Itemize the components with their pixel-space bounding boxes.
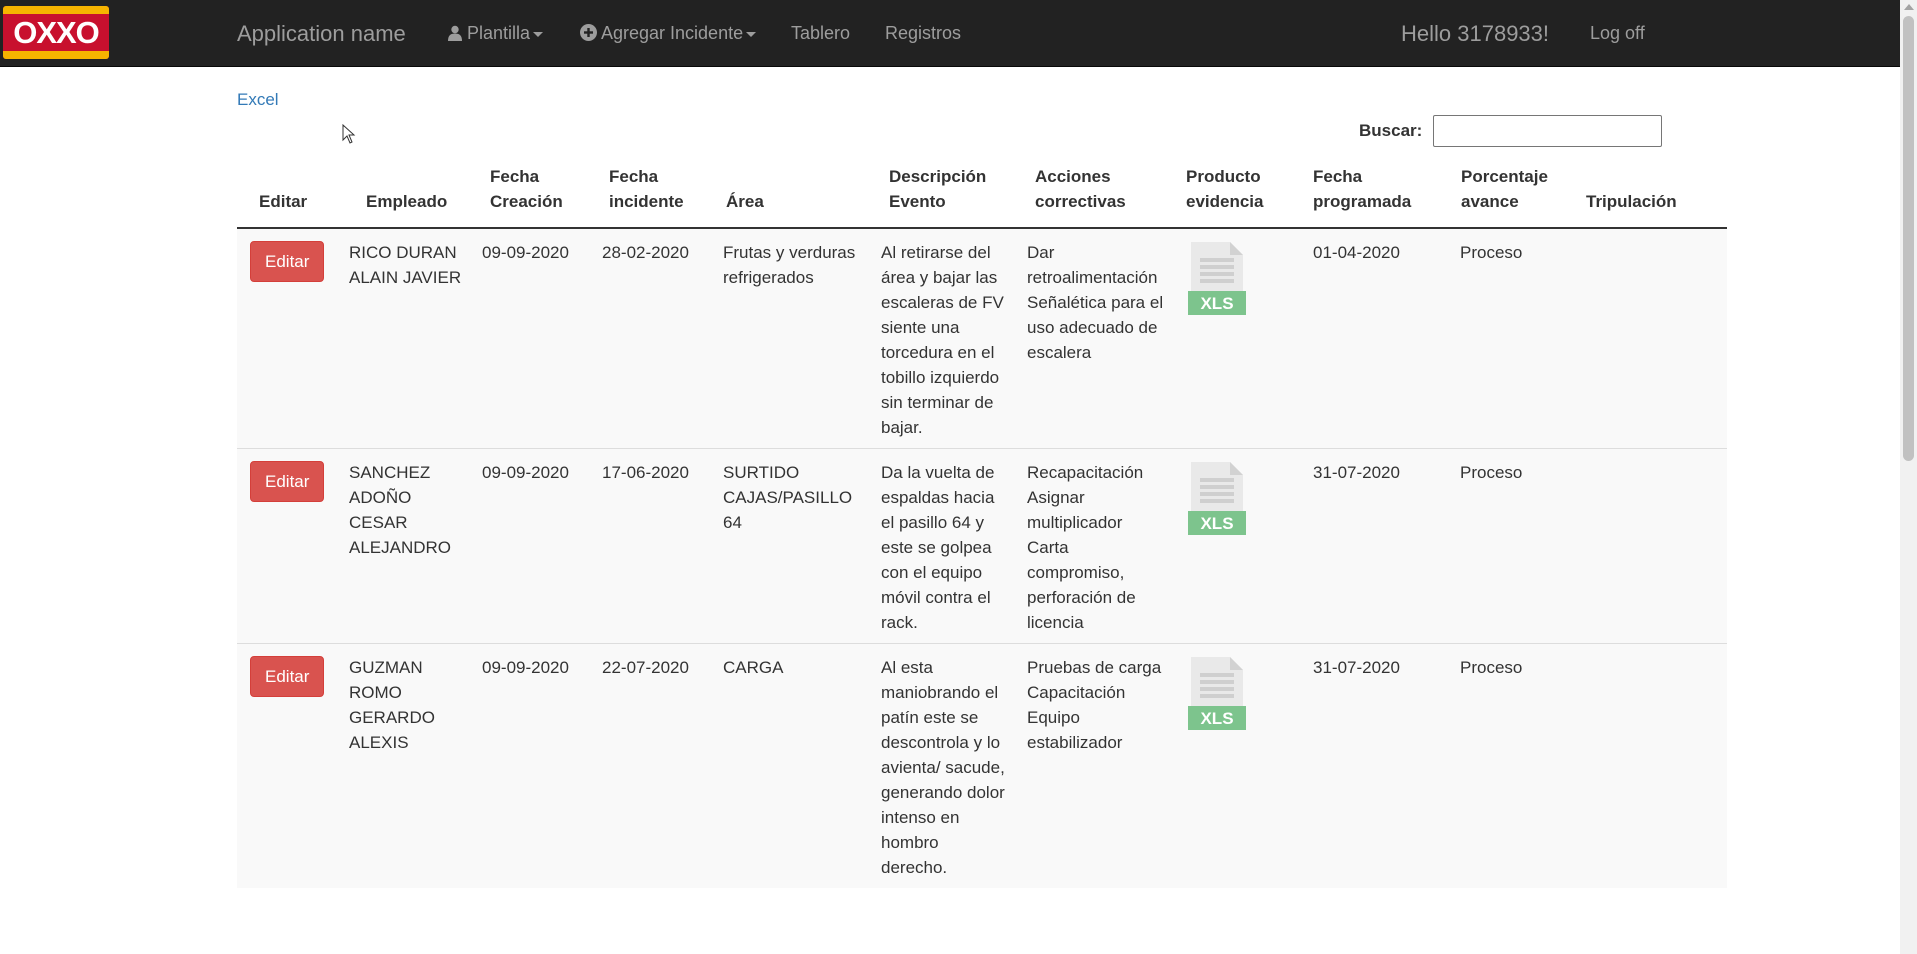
cell-acciones: Pruebas de carga Capacitación Equipo est… [1017,643,1178,888]
cell-fecha-programada: 31-07-2020 [1303,448,1450,644]
cell-tripulacion [1586,448,1727,644]
edit-button[interactable]: Editar [250,461,325,502]
table-row: Editar SANCHEZ ADOÑO CESAR ALEJANDRO 09-… [237,448,1727,644]
edit-button[interactable]: Editar [250,241,325,282]
xls-label: XLS [1200,709,1233,728]
xls-label: XLS [1200,514,1233,533]
table-row: Editar GUZMAN ROMO GERARDO ALEXIS 09-09-… [237,643,1727,888]
cell-acciones: Recapacitación Asignar multiplicador Car… [1017,448,1178,644]
oxxo-logo[interactable]: OXXO [3,6,109,59]
xls-label: XLS [1200,294,1233,313]
header-area[interactable]: Área [713,0,871,229]
header-tripulacion[interactable]: Tripulación [1586,0,1727,229]
table-row: Editar RICO DURAN ALAIN JAVIER 09-09-202… [237,227,1727,449]
incidents-table-container: Editar Empleado Fecha Creación Fecha inc… [237,0,1727,888]
header-producto[interactable]: Producto evidencia [1178,0,1303,229]
cell-fecha-incidente: 22-07-2020 [592,643,713,888]
cell-acciones: Dar retroalimentación Señalética para el… [1017,227,1178,449]
cell-descripcion: Da la vuelta de espaldas hacia el pasill… [871,448,1017,644]
cell-descripcion: Al esta maniobrando el patín este se des… [871,643,1017,888]
vertical-scrollbar[interactable] [1900,0,1917,954]
cell-avance: Proceso [1450,448,1586,644]
cell-avance: Proceso [1450,643,1586,888]
incidents-table: Editar Empleado Fecha Creación Fecha inc… [237,0,1727,888]
cell-fecha-creacion: 09-09-2020 [472,448,592,644]
xls-file-icon[interactable]: XLS [1188,460,1246,535]
cell-fecha-creacion: 09-09-2020 [472,227,592,449]
cell-fecha-incidente: 28-02-2020 [592,227,713,449]
scroll-up-arrow-icon[interactable] [1904,4,1914,10]
logo-stripe-top [3,6,109,14]
cell-tripulacion [1586,227,1727,449]
xls-file-icon[interactable]: XLS [1188,240,1246,315]
edit-button[interactable]: Editar [250,656,325,697]
cell-empleado: GUZMAN ROMO GERARDO ALEXIS [339,643,472,888]
header-fecha-programada[interactable]: Fecha programada [1303,0,1450,229]
header-fecha-creacion[interactable]: Fecha Creación [472,0,592,229]
cell-descripcion: Al retirarse del área y bajar las escale… [871,227,1017,449]
xls-file-icon[interactable]: XLS [1188,655,1246,730]
cell-fecha-programada: 31-07-2020 [1303,643,1450,888]
cell-empleado: SANCHEZ ADOÑO CESAR ALEJANDRO [339,448,472,644]
logo-text: OXXO [13,14,100,50]
table-header-row: Editar Empleado Fecha Creación Fecha inc… [237,0,1727,229]
header-descripcion[interactable]: Descripción Evento [871,0,1017,229]
cell-fecha-programada: 01-04-2020 [1303,227,1450,449]
header-fecha-incidente[interactable]: Fecha incidente [592,0,713,229]
cell-fecha-creacion: 09-09-2020 [472,643,592,888]
header-porcentaje[interactable]: Porcentaje avance [1450,0,1586,229]
header-editar[interactable]: Editar [237,0,339,229]
cell-area: CARGA [713,643,871,888]
cell-avance: Proceso [1450,227,1586,449]
cell-empleado: RICO DURAN ALAIN JAVIER [339,227,472,449]
header-acciones[interactable]: Acciones correctivas [1017,0,1178,229]
scrollbar-thumb[interactable] [1903,16,1914,461]
logo-stripe-bottom [3,51,109,59]
cell-area: SURTIDO CAJAS/PASILLO 64 [713,448,871,644]
cell-area: Frutas y verduras refrigerados [713,227,871,449]
cell-fecha-incidente: 17-06-2020 [592,448,713,644]
cell-tripulacion [1586,643,1727,888]
mouse-cursor-icon [342,124,356,144]
header-empleado[interactable]: Empleado [339,0,472,229]
